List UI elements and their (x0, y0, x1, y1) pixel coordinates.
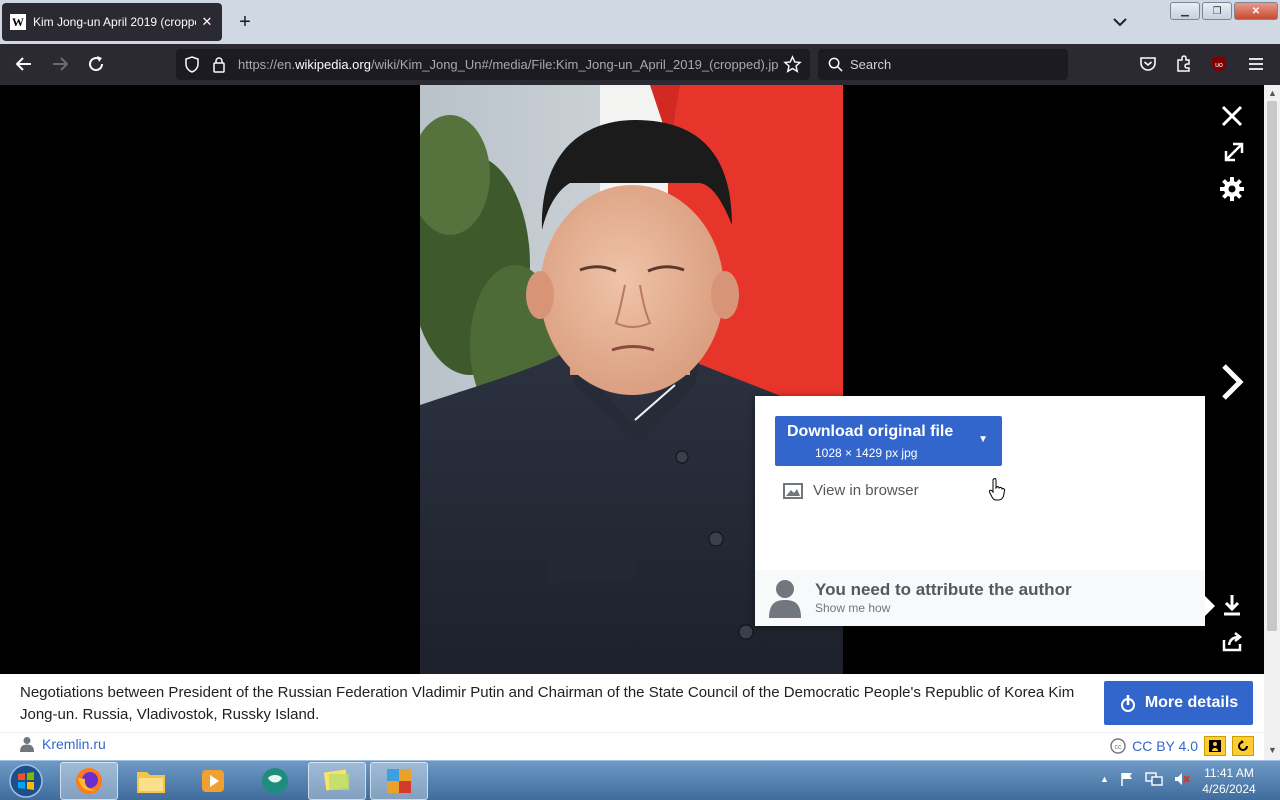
volume-muted-icon[interactable] (1173, 771, 1191, 787)
attribution-section[interactable]: You need to attribute the author Show me… (755, 570, 1205, 626)
download-original-button[interactable]: Download original file 1028 × 1429 px jp… (775, 416, 1002, 466)
more-details-button[interactable]: More details (1104, 681, 1253, 725)
paint-palette-icon (387, 769, 411, 793)
user-avatar-icon (769, 580, 801, 618)
close-icon[interactable] (1216, 100, 1248, 132)
action-center-flag-icon[interactable] (1119, 771, 1135, 787)
bookmark-star-icon[interactable] (783, 55, 802, 74)
windows-start-icon[interactable] (6, 763, 46, 799)
download-file-size: 1028 × 1429 px jpg (815, 446, 918, 460)
tab-close-icon[interactable]: ✕ (200, 14, 214, 30)
url-prefix: https://en. (238, 57, 296, 72)
extensions-puzzle-icon[interactable] (1172, 52, 1196, 76)
license-info[interactable]: cc CC BY 4.0 (1110, 736, 1254, 756)
scroll-up-arrow-icon[interactable]: ▲ (1268, 88, 1277, 98)
share-alike-badge-icon (1232, 736, 1254, 756)
divider (0, 732, 1264, 733)
fullscreen-icon[interactable] (1218, 136, 1250, 168)
show-hidden-icons-arrow-icon[interactable]: ▲ (1100, 774, 1109, 784)
view-in-browser-label: View in browser (813, 482, 919, 499)
image-caption: Negotiations between President of the Ru… (20, 684, 1075, 723)
svg-text:uo: uo (1215, 62, 1223, 69)
media-player-icon (202, 770, 224, 792)
search-bar[interactable]: Search (818, 49, 1068, 80)
image-icon (783, 482, 803, 499)
url-text[interactable]: https://en.wikipedia.org/wiki/Kim_Jong_U… (238, 57, 778, 72)
new-tab-button[interactable]: + (233, 10, 257, 34)
clock-date: 4/26/2024 (1202, 782, 1256, 796)
minimize-button[interactable]: ▁ (1170, 2, 1200, 20)
taskbar-media-player[interactable] (184, 762, 242, 800)
next-image-chevron-icon[interactable] (1214, 362, 1250, 402)
clock-time: 11:41 AM (1204, 766, 1254, 780)
wikipedia-favicon-icon: W (10, 14, 26, 30)
back-icon[interactable] (12, 52, 36, 76)
window-controls: ▁ ❐ ✕ (1170, 2, 1278, 20)
hand-cursor-icon (988, 477, 1006, 501)
download-dropdown-caret-icon[interactable]: ▼ (978, 434, 988, 445)
taskbar-paint-app[interactable] (370, 762, 428, 800)
menu-hamburger-icon[interactable] (1244, 52, 1268, 76)
scrollbar-thumb[interactable] (1267, 101, 1277, 631)
search-icon (828, 57, 843, 72)
tracking-protection-shield-icon[interactable] (184, 56, 200, 73)
list-all-tabs-icon[interactable] (1110, 12, 1130, 32)
url-domain: wikipedia.org (295, 57, 371, 72)
view-in-browser-link[interactable]: View in browser (783, 482, 919, 499)
tab-strip: W Kim Jong-un April 2019 (cropped) ✕ + ▁… (0, 0, 1280, 44)
user-icon (20, 737, 34, 752)
attribution-badge-icon (1204, 736, 1226, 756)
chat-app-icon (262, 768, 288, 794)
address-bar[interactable]: https://en.wikipedia.org/wiki/Kim_Jong_U… (176, 49, 810, 80)
network-icon[interactable] (1145, 771, 1163, 787)
license-link[interactable]: CC BY 4.0 (1132, 738, 1198, 754)
lock-icon[interactable] (212, 56, 226, 73)
taskbar-chat-app[interactable] (246, 762, 304, 800)
taskbar-firefox[interactable] (60, 762, 118, 800)
author-credit[interactable]: Kremlin.ru (20, 736, 106, 752)
folder-icon (137, 772, 165, 793)
attribution-show-how-link[interactable]: Show me how (815, 601, 890, 615)
close-window-button[interactable]: ✕ (1234, 2, 1278, 20)
more-details-label: More details (1144, 694, 1239, 711)
firefox-icon (76, 768, 102, 794)
download-popup: Download original file 1028 × 1429 px jp… (755, 396, 1215, 626)
pocket-icon[interactable] (1136, 52, 1160, 76)
reload-icon[interactable] (84, 52, 108, 76)
taskbar-notes-app[interactable] (308, 762, 366, 800)
forward-icon[interactable] (48, 52, 72, 76)
svg-text:cc: cc (1115, 744, 1123, 751)
settings-gear-icon[interactable] (1216, 173, 1248, 205)
details-hand-icon (1120, 695, 1135, 712)
scroll-down-arrow-icon[interactable]: ▼ (1268, 745, 1277, 755)
attribution-heading: You need to attribute the author (815, 580, 1072, 599)
system-tray: ▲ (1100, 771, 1191, 787)
restore-button[interactable]: ❐ (1202, 2, 1232, 20)
ublock-origin-icon[interactable]: uo (1207, 52, 1231, 76)
creative-commons-icon: cc (1110, 738, 1126, 754)
sticky-notes-icon (323, 769, 349, 791)
taskbar-file-explorer[interactable] (122, 762, 180, 800)
download-original-label: Download original file (787, 423, 954, 440)
author-link[interactable]: Kremlin.ru (42, 736, 106, 752)
tab-title: Kim Jong-un April 2019 (cropped) (33, 15, 196, 29)
file-info-panel: Negotiations between President of the Ru… (0, 674, 1264, 760)
navigation-toolbar: https://en.wikipedia.org/wiki/Kim_Jong_U… (0, 44, 1280, 85)
vertical-scrollbar[interactable]: ▲ ▼ (1264, 85, 1280, 760)
share-icon[interactable] (1216, 626, 1248, 658)
system-clock[interactable]: 11:41 AM 4/26/2024 (1196, 765, 1262, 797)
url-path: /wiki/Kim_Jong_Un#/media/File:Kim_Jong-u… (370, 57, 778, 72)
download-icon[interactable] (1216, 589, 1248, 621)
search-placeholder: Search (850, 57, 892, 72)
windows-taskbar: ▲ 11:41 AM 4/26/2024 (0, 760, 1280, 800)
tab-active[interactable]: W Kim Jong-un April 2019 (cropped) ✕ (2, 3, 222, 41)
